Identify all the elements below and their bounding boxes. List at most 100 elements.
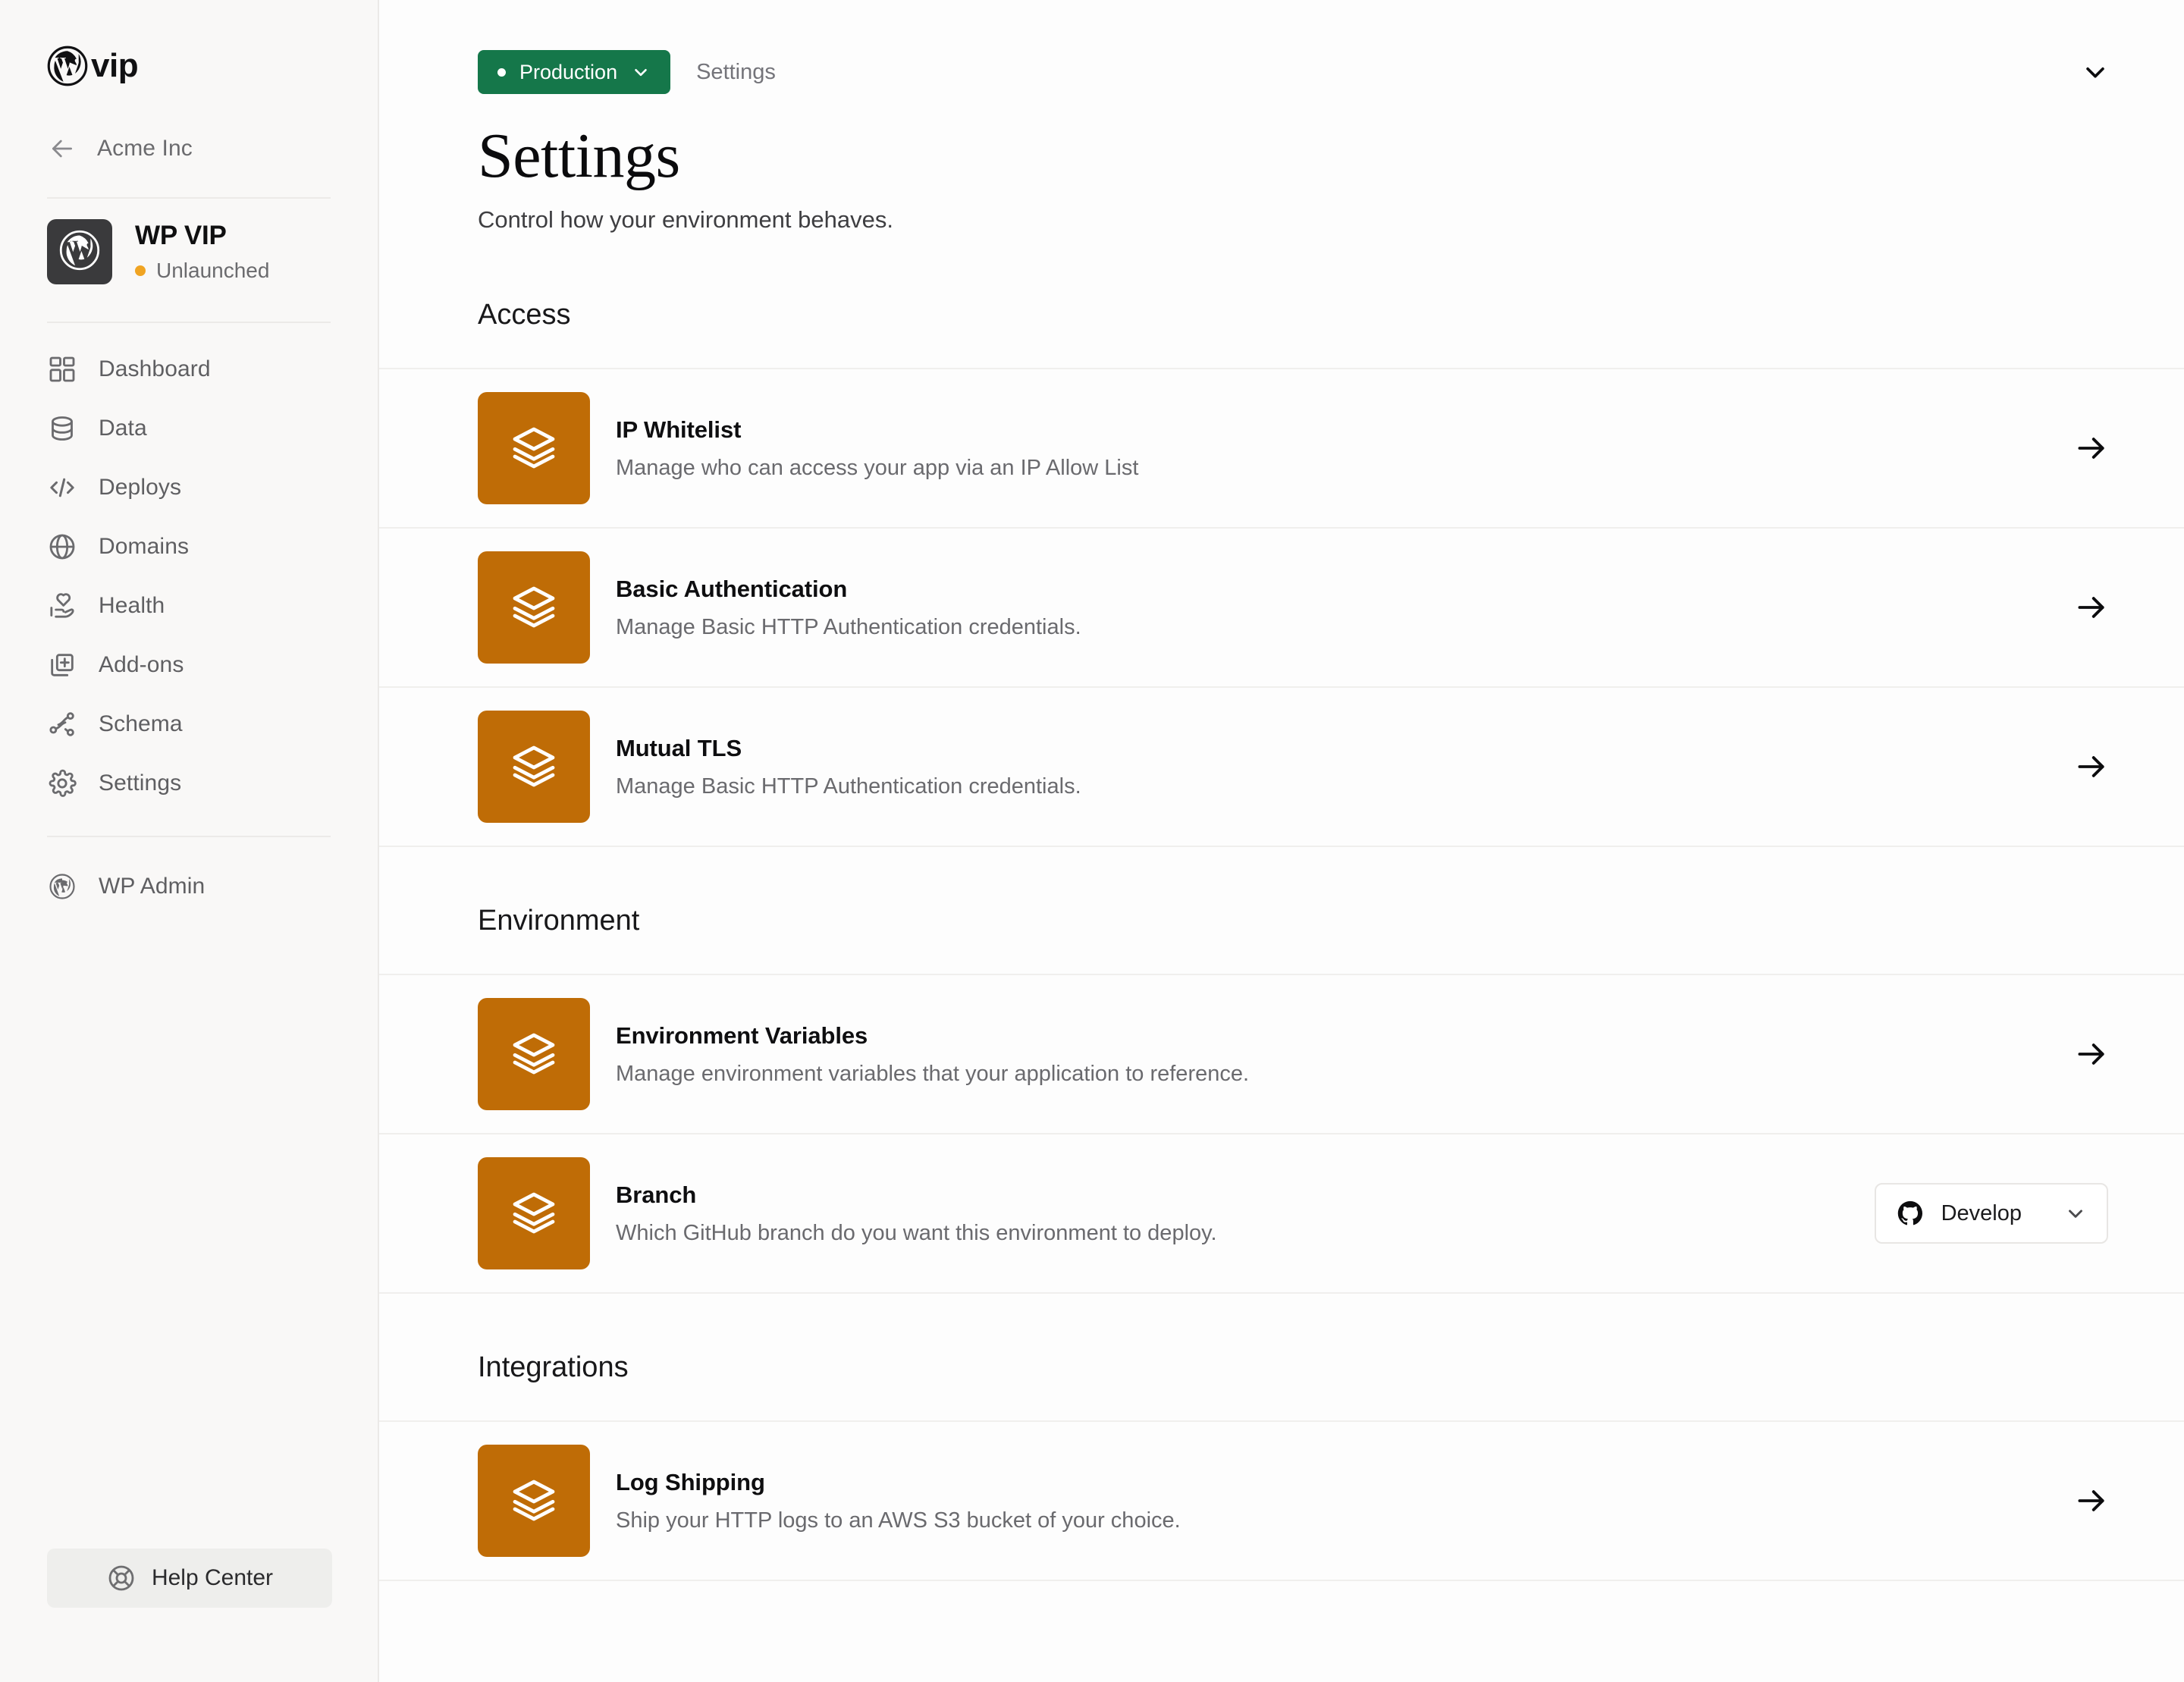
sidebar-item-label: Schema	[99, 711, 183, 736]
sidebar-item-domains[interactable]: Domains	[0, 517, 378, 576]
avatar	[47, 219, 112, 284]
github-icon	[1896, 1199, 1925, 1228]
sidebar-item-wp-admin[interactable]: WP Admin	[0, 857, 378, 916]
grid-icon	[47, 354, 77, 384]
settings-row-log-shipping[interactable]: Log Shipping Ship your HTTP logs to an A…	[379, 1422, 2184, 1582]
row-icon-tile	[478, 998, 590, 1111]
environment-dot-icon	[497, 67, 506, 77]
layers-icon	[511, 1189, 557, 1238]
sidebar: vip Acme Inc WP VIP Unlaunched Dashboard…	[0, 0, 379, 1682]
layers-icon	[511, 424, 557, 473]
environment-selector[interactable]: Production	[478, 50, 671, 94]
status-badge: Unlaunched	[135, 259, 269, 283]
breadcrumb: Settings	[696, 59, 776, 84]
row-title: Basic Authentication	[616, 575, 848, 602]
settings-row-environment-variables[interactable]: Environment Variables Manage environment…	[379, 975, 2184, 1135]
sidebar-item-schema[interactable]: Schema	[0, 695, 378, 754]
sidebar-item-label: Deploys	[99, 475, 182, 500]
row-description: Manage Basic HTTP Authentication credent…	[616, 774, 1081, 799]
row-title: Branch	[616, 1181, 697, 1208]
page-header: Settings Control how your environment be…	[379, 97, 2184, 234]
help-center-wrap: Help Center	[47, 1549, 332, 1608]
row-title: Log Shipping	[616, 1468, 765, 1495]
branch-select[interactable]: Develop	[1874, 1183, 2108, 1244]
sidebar-item-label: Add-ons	[99, 652, 184, 677]
sidebar-item-health[interactable]: Health	[0, 576, 378, 635]
sidebar-item-data[interactable]: Data	[0, 399, 378, 458]
help-center-button[interactable]: Help Center	[47, 1549, 332, 1608]
page-title: Settings	[478, 121, 680, 191]
app-root: vip Acme Inc WP VIP Unlaunched Dashboard…	[0, 0, 2184, 1682]
sidebar-item-label: Domains	[99, 534, 190, 559]
sidebar-item-add-ons[interactable]: Add-ons	[0, 635, 378, 695]
status-label: Unlaunched	[156, 259, 270, 282]
sidebar-item-label: Settings	[99, 770, 182, 795]
sidebar-item-dashboard[interactable]: Dashboard	[0, 340, 378, 399]
row-description: Ship your HTTP logs to an AWS S3 bucket …	[616, 1508, 1181, 1533]
arrow-right-icon[interactable]	[2075, 431, 2108, 465]
section-heading-access: Access	[478, 299, 571, 331]
branch-value: Develop	[1941, 1200, 2022, 1225]
sidebar-item-deploys[interactable]: Deploys	[0, 458, 378, 517]
row-description: Manage who can access your app via an IP…	[616, 455, 1139, 480]
code-icon	[47, 472, 77, 503]
sidebar-item-settings[interactable]: Settings	[0, 754, 378, 813]
layers-icon	[511, 1476, 557, 1526]
arrow-right-icon[interactable]	[2075, 1484, 2108, 1517]
layers-icon	[511, 583, 557, 632]
gear-icon	[47, 768, 77, 799]
settings-row-mutual-tls[interactable]: Mutual TLS Manage Basic HTTP Authenticat…	[379, 688, 2184, 848]
row-icon-tile	[478, 711, 590, 824]
wordpress-icon	[58, 229, 101, 275]
brand-logo[interactable]: vip	[0, 0, 378, 97]
sidebar-item-label: Health	[99, 593, 165, 618]
row-icon-tile	[478, 551, 590, 664]
row-icon-tile	[478, 1445, 590, 1558]
network-nodes-icon	[47, 709, 77, 739]
row-title: Environment Variables	[616, 1021, 868, 1049]
settings-row-ip-whitelist[interactable]: IP Whitelist Manage who can access your …	[379, 369, 2184, 529]
org-switcher[interactable]: Acme Inc	[0, 117, 378, 180]
globe-icon	[47, 532, 77, 562]
sidebar-item-label: Data	[99, 416, 147, 441]
row-icon-tile	[478, 392, 590, 505]
layers-icon	[511, 1030, 557, 1079]
hand-heart-icon	[47, 591, 77, 621]
site-summary[interactable]: WP VIP Unlaunched	[0, 199, 378, 305]
plus-square-stack-icon	[47, 650, 77, 680]
sidebar-item-label: WP Admin	[99, 874, 206, 899]
wordpress-logo-icon	[47, 46, 88, 86]
row-title: IP Whitelist	[616, 416, 742, 443]
settings-row-basic-authentication[interactable]: Basic Authentication Manage Basic HTTP A…	[379, 529, 2184, 689]
arrow-right-icon[interactable]	[2075, 591, 2108, 624]
row-title: Mutual TLS	[616, 734, 742, 761]
chevron-down-icon	[631, 62, 651, 82]
status-dot-icon	[135, 265, 146, 276]
sidebar-item-label: Dashboard	[99, 356, 211, 381]
sidebar-divider-nav	[47, 836, 331, 837]
arrow-right-icon[interactable]	[2075, 750, 2108, 783]
brand-logo-text: vip	[91, 47, 139, 84]
row-description: Manage Basic HTTP Authentication credent…	[616, 614, 1081, 639]
section-heading-environment: Environment	[478, 905, 640, 937]
row-description: Manage environment variables that your a…	[616, 1061, 1250, 1086]
top-bar: Production Settings	[379, 0, 2184, 97]
primary-nav: Dashboard Data Deploys Domains Health Ad…	[0, 323, 378, 916]
database-icon	[47, 413, 77, 444]
main-content: Production Settings Settings Control how…	[379, 0, 2184, 1682]
help-center-label: Help Center	[151, 1565, 274, 1590]
page-subtitle: Control how your environment behaves.	[478, 206, 893, 234]
row-icon-tile	[478, 1157, 590, 1270]
row-description: Which GitHub branch do you want this env…	[616, 1220, 1217, 1245]
lifebuoy-icon	[106, 1563, 136, 1593]
section-heading-integrations: Integrations	[478, 1351, 629, 1384]
site-name: WP VIP	[135, 221, 227, 250]
org-name: Acme Inc	[97, 136, 193, 161]
chevron-down-icon[interactable]	[2038, 1202, 2087, 1225]
layers-icon	[511, 742, 557, 792]
settings-row-branch[interactable]: Branch Which GitHub branch do you want t…	[379, 1134, 2184, 1294]
wordpress-icon	[47, 871, 77, 902]
chevron-down-icon[interactable]	[2082, 59, 2108, 85]
arrow-right-icon[interactable]	[2075, 1037, 2108, 1071]
arrow-left-icon[interactable]	[47, 133, 77, 164]
